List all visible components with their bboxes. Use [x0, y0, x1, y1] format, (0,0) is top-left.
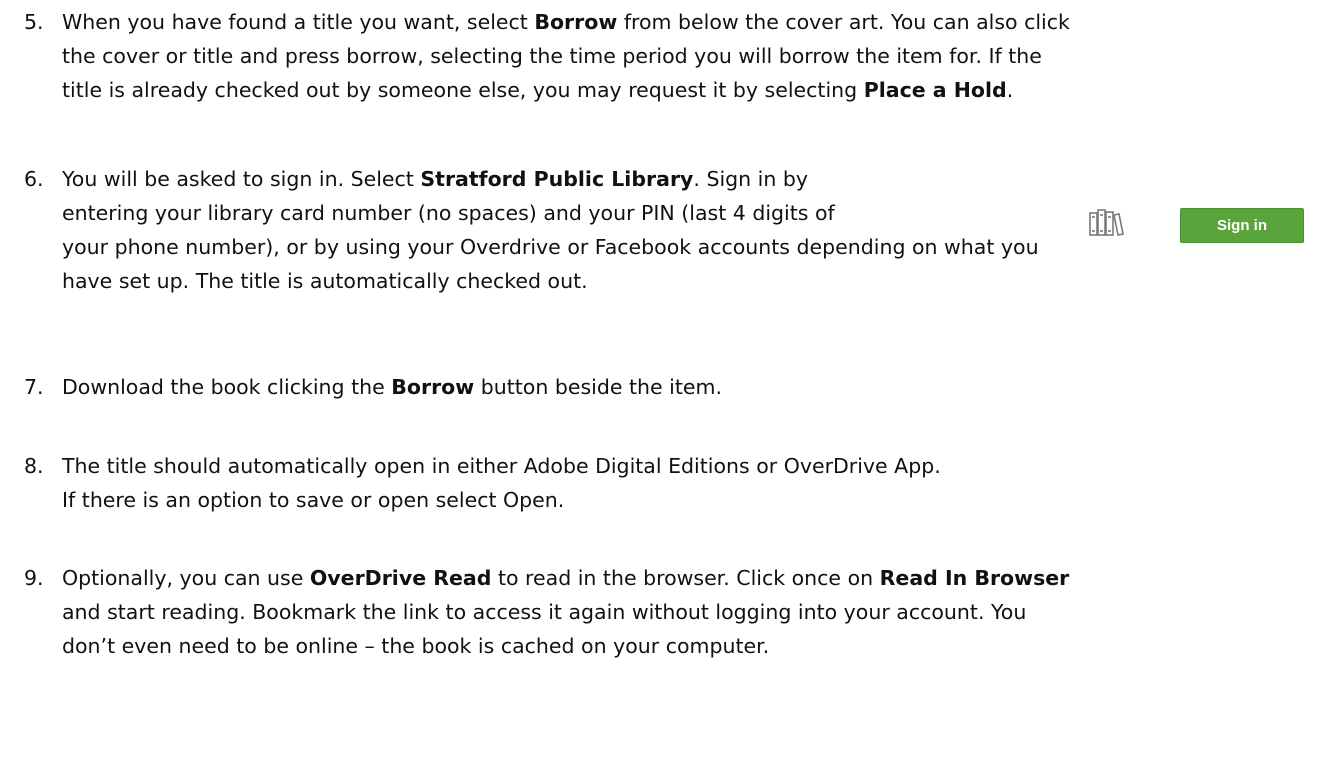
step-number: 8. — [24, 454, 44, 478]
text-line: and start reading. Bookmark the link to … — [62, 600, 1027, 624]
text-line: Optionally, you can use OverDrive Read t… — [62, 566, 1070, 590]
text-line: your phone number), or by using your Ove… — [62, 235, 1039, 259]
text-line: Download the book clicking the Borrow bu… — [62, 375, 722, 399]
step-text: When you have found a title you want, se… — [62, 5, 1070, 107]
text-line: When you have found a title you want, se… — [62, 10, 1070, 34]
emphasis-library-name: Stratford Public Library — [420, 167, 694, 191]
emphasis-borrow: Borrow — [534, 10, 618, 34]
step-text: Optionally, you can use OverDrive Read t… — [62, 561, 1069, 663]
emphasis-read-in-browser: Read In Browser — [879, 566, 1070, 590]
step-number: 7. — [24, 375, 44, 399]
text-line: If there is an option to save or open se… — [62, 488, 565, 512]
text-line: entering your library card number (no sp… — [62, 201, 835, 225]
text-line: the cover or title and press borrow, sel… — [62, 44, 1042, 68]
emphasis-overdrive-read: OverDrive Read — [309, 566, 492, 590]
step-number: 9. — [24, 566, 44, 590]
sign-in-button[interactable]: Sign in — [1180, 208, 1304, 243]
signin-illustration: Sign in — [1088, 204, 1308, 244]
instructions-page: 5. When you have found a title you want,… — [0, 0, 1330, 758]
step-text: Download the book clicking the Borrow bu… — [62, 370, 722, 404]
library-books-icon — [1088, 207, 1124, 239]
emphasis-place-a-hold: Place a Hold — [863, 78, 1007, 102]
step-number: 5. — [24, 10, 44, 34]
text-line: You will be asked to sign in. Select Str… — [62, 167, 809, 191]
text-line: don’t even need to be online – the book … — [62, 634, 770, 658]
text-line: have set up. The title is automatically … — [62, 269, 588, 293]
step-number: 6. — [24, 167, 44, 191]
emphasis-borrow: Borrow — [391, 375, 475, 399]
step-text: You will be asked to sign in. Select Str… — [62, 162, 1039, 298]
text-line: title is already checked out by someone … — [62, 78, 1014, 102]
step-text: The title should automatically open in e… — [62, 449, 941, 517]
text-line: The title should automatically open in e… — [62, 454, 941, 478]
